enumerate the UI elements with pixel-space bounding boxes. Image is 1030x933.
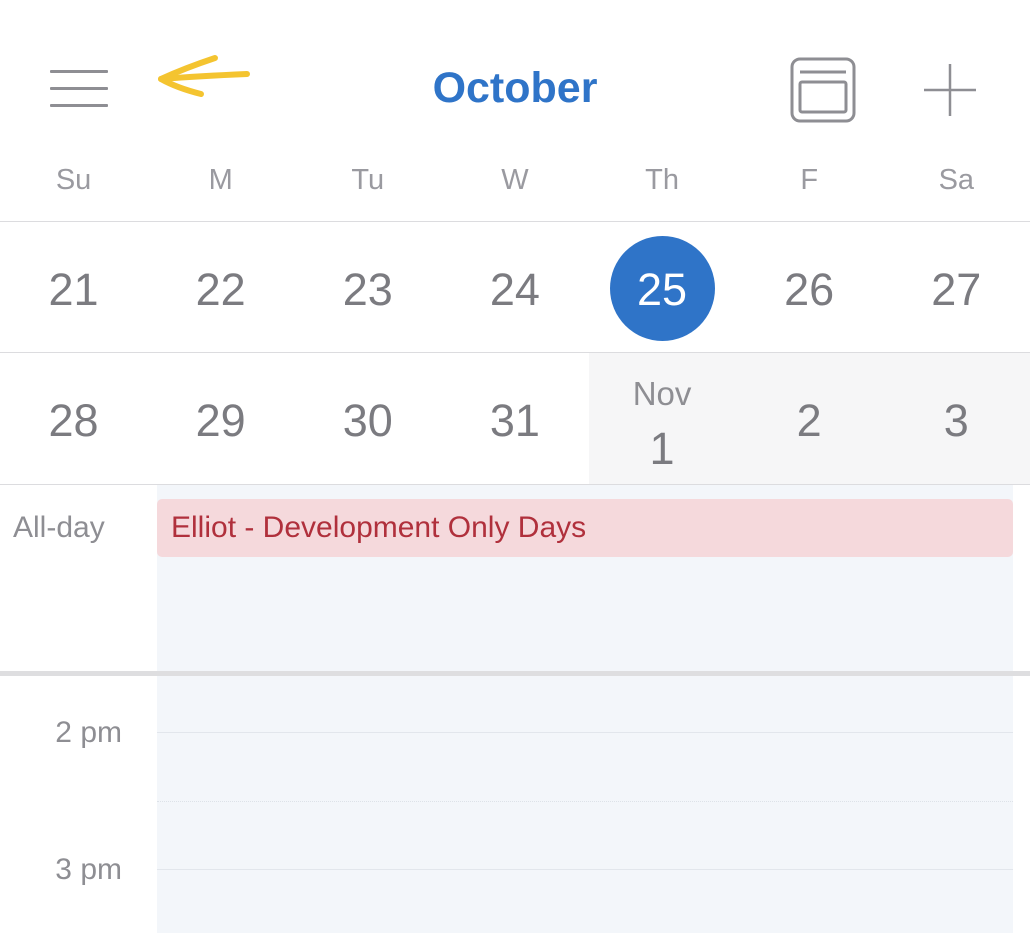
day-number: 31 [489,395,540,446]
yellow-arrow-annotation-icon [158,55,250,97]
day-cell[interactable]: 23 [294,222,441,353]
day-number: 23 [342,264,393,315]
day-cell[interactable]: 21 [0,222,147,353]
month-title[interactable]: October [433,64,598,112]
day-number: 30 [342,395,393,446]
week-row: 28 29 30 31 Nov 1 2 3 [0,352,1030,485]
day-number: 27 [931,264,982,315]
weekday-label: Th [645,164,679,196]
all-day-section: All-day Elliot - Development Only Days [0,485,1030,672]
day-number: 3 [943,395,969,446]
weekday-header: Su M Tu W Th F Sa [0,164,1030,214]
day-number: 24 [489,264,540,315]
weekday-label: Tu [351,164,385,196]
day-cell[interactable]: 2 [735,353,883,484]
day-number: 26 [784,264,835,315]
weekday-label: Su [55,164,92,196]
day-number: 1 [649,423,675,474]
day-cell[interactable]: 24 [441,222,588,353]
day-number: 28 [48,395,99,446]
hour-line [157,869,1013,870]
weekday-label: W [501,164,529,196]
plus-icon [924,64,976,116]
day-cell-today[interactable]: 25 [589,222,736,353]
day-cell[interactable]: 31 [441,353,588,484]
calendar-view-icon [790,57,856,123]
month-label: Nov [632,375,692,412]
time-label: 2 pm [55,716,122,749]
day-number: 29 [195,395,246,446]
day-cell[interactable]: 27 [883,222,1030,353]
all-day-label: All-day [13,511,105,544]
day-number: 25 [637,264,688,315]
day-cell[interactable]: 3 [882,353,1030,484]
add-event-button[interactable] [922,62,978,118]
day-number: 21 [48,264,99,315]
day-cell[interactable]: 28 [0,353,147,484]
week-row: 21 22 23 24 25 26 27 [0,221,1030,353]
day-cell[interactable]: 26 [736,222,883,353]
calendar-view-button[interactable] [790,57,856,123]
hour-line [157,732,1013,733]
day-number: 22 [195,264,246,315]
day-cell[interactable]: Nov 1 [588,353,736,484]
menu-button[interactable] [48,66,110,112]
half-hour-line [157,801,1013,803]
day-number: 2 [796,395,822,446]
time-label: 3 pm [55,853,122,886]
day-cell[interactable]: 30 [294,353,441,484]
all-day-event[interactable]: Elliot - Development Only Days [157,499,1013,557]
weekday-label: M [208,164,233,196]
day-cell[interactable]: 22 [147,222,294,353]
weekday-label: F [800,164,819,196]
top-bar: October [0,0,1030,150]
timeline-grid[interactable] [157,676,1013,933]
day-cell[interactable]: 29 [147,353,294,484]
weekday-label: Sa [938,164,975,196]
